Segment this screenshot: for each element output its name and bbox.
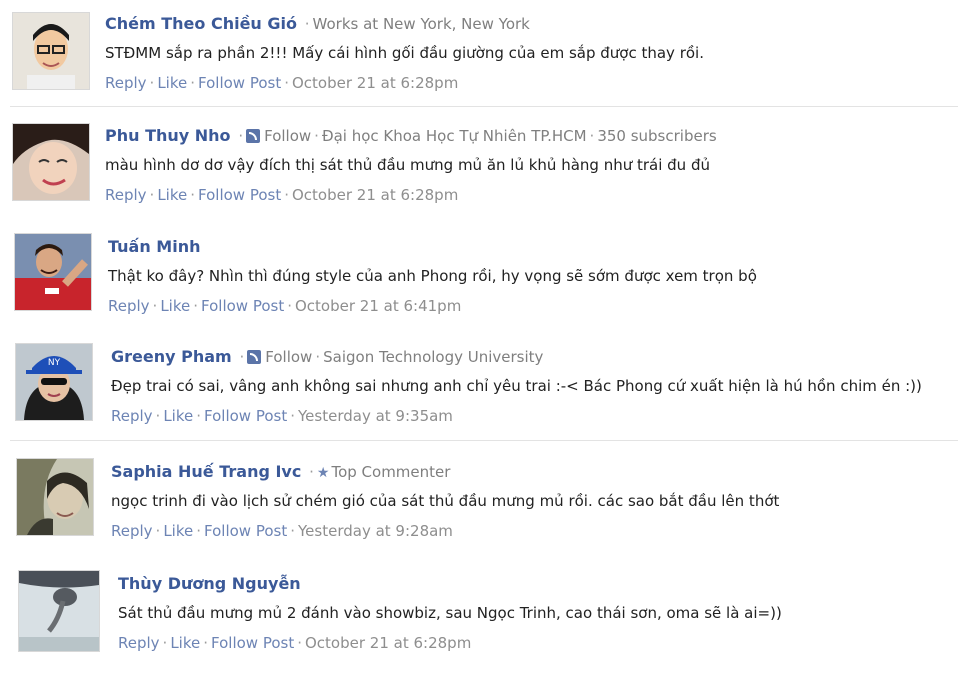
follow-post-link[interactable]: Follow Post bbox=[204, 407, 287, 425]
like-link[interactable]: Like bbox=[157, 186, 187, 204]
follow-post-link[interactable]: Follow Post bbox=[211, 634, 294, 652]
author-name[interactable]: Saphia Huế Trang Ivc bbox=[111, 462, 301, 481]
rss-icon bbox=[246, 129, 261, 143]
avatar[interactable] bbox=[16, 458, 94, 536]
follow-post-link[interactable]: Follow Post bbox=[201, 297, 284, 315]
author-name[interactable]: Phu Thuy Nho bbox=[105, 126, 231, 145]
follow-post-link[interactable]: Follow Post bbox=[204, 522, 287, 540]
separator-dot: · bbox=[152, 297, 158, 315]
rss-icon bbox=[247, 350, 262, 364]
timestamp[interactable]: October 21 at 6:28pm bbox=[292, 186, 458, 204]
reply-link[interactable]: Reply bbox=[105, 186, 147, 204]
timestamp[interactable]: October 21 at 6:28pm bbox=[292, 74, 458, 92]
separator-dot: · bbox=[284, 74, 289, 92]
comment-text: Sát thủ đầu mưng mủ 2 đánh vào showbiz, … bbox=[118, 604, 782, 622]
separator-dot: · bbox=[196, 407, 202, 425]
comment-text: Đẹp trai có sai, vâng anh không sai nhưn… bbox=[111, 377, 922, 395]
separator-dot: · bbox=[190, 186, 196, 204]
separator-dot: · bbox=[315, 348, 321, 366]
comment-text: STĐMM sắp ra phần 2!!! Mấy cái hình gối … bbox=[105, 44, 704, 62]
separator-dot: · bbox=[304, 15, 310, 33]
author-name[interactable]: Greeny Pham bbox=[111, 347, 232, 366]
separator-dot: · bbox=[155, 522, 161, 540]
author-name[interactable]: Chém Theo Chiều Gió bbox=[105, 14, 297, 33]
separator-dot: · bbox=[196, 522, 202, 540]
avatar[interactable]: NY bbox=[15, 343, 93, 421]
like-link[interactable]: Like bbox=[163, 522, 193, 540]
separator-dot: · bbox=[238, 127, 244, 145]
like-link[interactable]: Like bbox=[163, 407, 193, 425]
comment-text: màu hình dơ dơ vậy đích thị sát thủ đầu … bbox=[105, 156, 710, 174]
separator-dot: · bbox=[314, 127, 319, 145]
separator-dot: · bbox=[297, 634, 302, 652]
separator-dot: · bbox=[309, 463, 314, 481]
separator-dot: · bbox=[149, 186, 155, 204]
avatar[interactable] bbox=[12, 12, 90, 90]
comment-text: ngọc trinh đi vào lịch sử chém gió của s… bbox=[111, 492, 780, 510]
separator-dot: · bbox=[155, 407, 161, 425]
timestamp[interactable]: October 21 at 6:41pm bbox=[295, 297, 461, 315]
top-commenter-badge: Top Commenter bbox=[331, 463, 451, 481]
separator-dot: · bbox=[239, 348, 245, 366]
separator-dot: · bbox=[190, 74, 196, 92]
separator-dot: · bbox=[290, 407, 295, 425]
like-link[interactable]: Like bbox=[170, 634, 200, 652]
separator-dot: · bbox=[203, 634, 209, 652]
follow-link[interactable]: Follow bbox=[264, 127, 311, 145]
separator-dot: · bbox=[589, 127, 595, 145]
separator-dot: · bbox=[149, 74, 155, 92]
separator-dot: · bbox=[284, 186, 289, 204]
avatar[interactable] bbox=[12, 123, 90, 201]
separator-dot: · bbox=[287, 297, 292, 315]
timestamp[interactable]: Yesterday at 9:35am bbox=[298, 407, 453, 425]
avatar[interactable] bbox=[14, 233, 92, 311]
comment-text: Thật ko đây? Nhìn thì đúng style của anh… bbox=[108, 267, 757, 285]
timestamp[interactable]: October 21 at 6:28pm bbox=[305, 634, 471, 652]
like-link[interactable]: Like bbox=[160, 297, 190, 315]
timestamp[interactable]: Yesterday at 9:28am bbox=[298, 522, 453, 540]
avatar[interactable] bbox=[18, 570, 100, 652]
separator-dot: · bbox=[290, 522, 295, 540]
reply-link[interactable]: Reply bbox=[111, 522, 153, 540]
reply-link[interactable]: Reply bbox=[108, 297, 150, 315]
author-name[interactable]: Tuấn Minh bbox=[108, 237, 201, 256]
subscriber-count[interactable]: 350 subscribers bbox=[597, 127, 716, 145]
author-school[interactable]: Saigon Technology University bbox=[323, 348, 543, 366]
author-name[interactable]: Thùy Dương Nguyễn bbox=[118, 574, 301, 593]
reply-link[interactable]: Reply bbox=[105, 74, 147, 92]
separator-dot: · bbox=[193, 297, 199, 315]
reply-link[interactable]: Reply bbox=[111, 407, 153, 425]
divider bbox=[10, 440, 958, 441]
follow-post-link[interactable]: Follow Post bbox=[198, 186, 281, 204]
like-link[interactable]: Like bbox=[157, 74, 187, 92]
follow-post-link[interactable]: Follow Post bbox=[198, 74, 281, 92]
author-school[interactable]: Đại học Khoa Học Tự Nhiên TP.HCM bbox=[322, 127, 587, 145]
separator-dot: · bbox=[162, 634, 168, 652]
svg-text:NY: NY bbox=[48, 358, 61, 368]
divider bbox=[10, 106, 958, 107]
author-work[interactable]: Works at New York, New York bbox=[313, 15, 530, 33]
follow-link[interactable]: Follow bbox=[265, 348, 312, 366]
star-icon: ★ bbox=[316, 465, 330, 481]
reply-link[interactable]: Reply bbox=[118, 634, 160, 652]
